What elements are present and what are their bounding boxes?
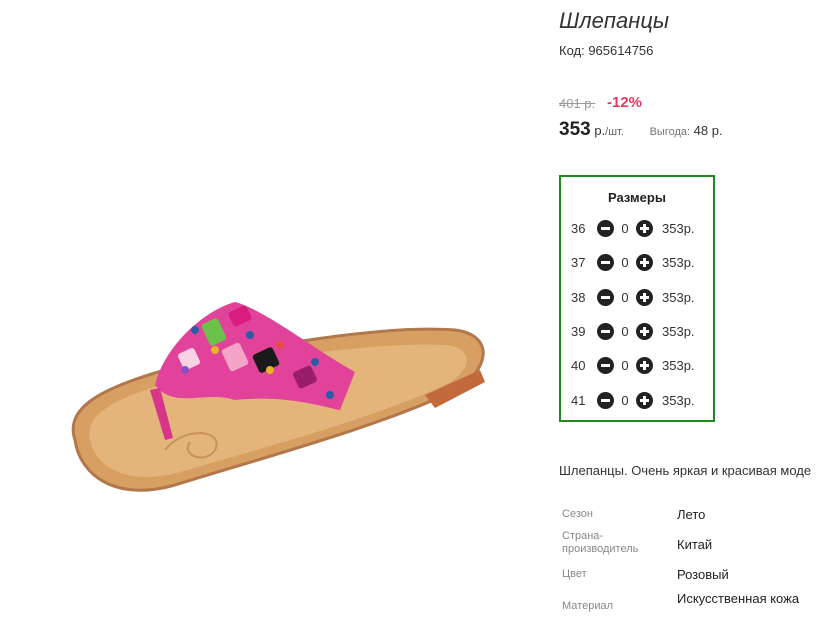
size-number: 41 xyxy=(571,392,586,408)
product-description: Шлепанцы. Очень яркая и красивая моде xyxy=(559,463,812,478)
increment-button[interactable] xyxy=(636,391,653,409)
size-number: 37 xyxy=(571,254,586,270)
decrement-button[interactable] xyxy=(597,322,614,340)
increment-button[interactable] xyxy=(636,288,653,306)
size-number: 40 xyxy=(571,357,586,373)
savings-value: 48 р. xyxy=(693,123,723,138)
spec-value: Розовый xyxy=(677,567,729,582)
size-row: 39 0 353р. xyxy=(571,321,695,341)
spec-value: Лето xyxy=(677,507,706,522)
size-price: 353р. xyxy=(662,392,695,408)
decrement-button[interactable] xyxy=(597,356,614,374)
decrement-button[interactable] xyxy=(597,391,614,409)
decrement-button[interactable] xyxy=(597,288,614,306)
quantity-value: 0 xyxy=(621,357,629,373)
sizes-panel: Размеры 36 0 353р. 37 0 353р. 38 0 353р.… xyxy=(559,175,715,422)
spec-value: Китай xyxy=(677,537,713,552)
size-number: 36 xyxy=(571,220,586,236)
price-per: /шт. xyxy=(605,126,624,138)
size-price: 353р. xyxy=(662,323,695,339)
sizes-title: Размеры xyxy=(608,190,666,205)
old-price: 401 р. xyxy=(559,96,596,111)
quantity-value: 0 xyxy=(621,392,629,408)
size-row: 36 0 353р. xyxy=(571,218,695,238)
savings-label: Выгода: xyxy=(649,126,691,138)
sandal-image xyxy=(71,302,485,492)
size-price: 353р. xyxy=(662,357,695,373)
size-price: 353р. xyxy=(662,254,695,270)
price-value: 353 xyxy=(559,119,591,140)
product-image[interactable] xyxy=(0,0,545,633)
quantity-value: 0 xyxy=(621,289,629,305)
product-title: Шлепанцы xyxy=(559,8,670,33)
spec-label: Сезон xyxy=(562,508,593,520)
quantity-value: 0 xyxy=(621,254,629,270)
price-unit: р. xyxy=(594,123,606,138)
size-row: 41 0 353р. xyxy=(571,390,695,410)
product-code: Код: 965614756 xyxy=(559,43,654,58)
size-price: 353р. xyxy=(662,289,695,305)
quantity-value: 0 xyxy=(621,220,629,236)
increment-button[interactable] xyxy=(636,253,653,271)
size-row: 38 0 353р. xyxy=(571,287,695,307)
quantity-value: 0 xyxy=(621,323,629,339)
increment-button[interactable] xyxy=(636,219,653,237)
size-number: 38 xyxy=(571,289,586,305)
spec-label: Цвет xyxy=(562,568,587,580)
decrement-button[interactable] xyxy=(597,253,614,271)
price-row: 353 р./шт. Выгода: 48 р. xyxy=(559,119,723,141)
decrement-button[interactable] xyxy=(597,219,614,237)
spec-value: Искусственная кожа xyxy=(677,591,800,606)
spec-label: Материал xyxy=(562,600,613,612)
size-row: 37 0 353р. xyxy=(571,252,695,272)
increment-button[interactable] xyxy=(636,356,653,374)
size-row: 40 0 353р. xyxy=(571,355,695,375)
size-price: 353р. xyxy=(662,220,695,236)
spec-label: Страна-производитель xyxy=(562,530,639,555)
discount-badge: -12% xyxy=(607,94,643,111)
increment-button[interactable] xyxy=(636,322,653,340)
size-number: 39 xyxy=(571,323,586,339)
